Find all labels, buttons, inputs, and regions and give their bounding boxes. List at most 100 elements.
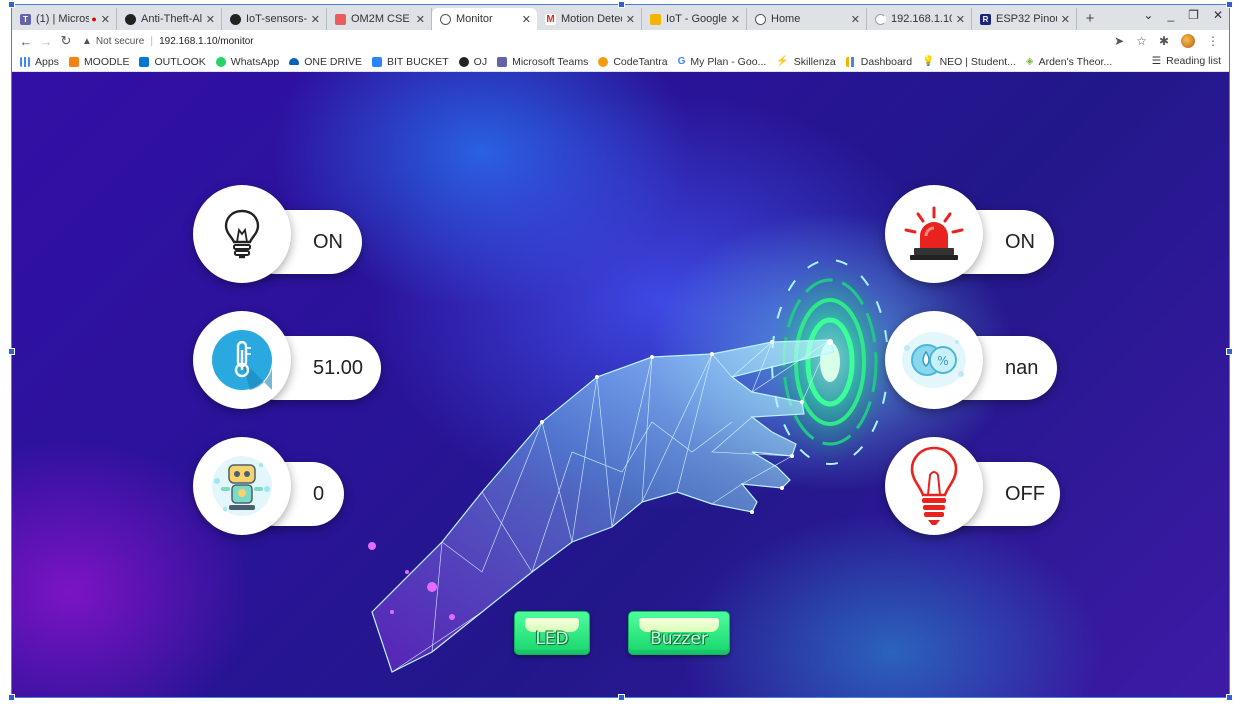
red-bulb-icon [910, 446, 958, 525]
bookmark-label: OJ [473, 55, 488, 68]
close-tab-icon[interactable]: ✕ [522, 13, 531, 26]
svg-text:%: % [937, 354, 948, 368]
github-icon [230, 13, 241, 25]
bookmark-arden[interactable]: ◈ Arden's Theor... [1026, 56, 1112, 68]
led-button-label: LED [535, 629, 569, 649]
bookmark-label: Skillenza [793, 55, 836, 68]
close-tab-icon[interactable]: ✕ [416, 13, 425, 26]
new-tab-button[interactable]: + [1077, 8, 1103, 30]
extensions-icon[interactable]: ✱ [1159, 34, 1169, 48]
bookmark-label: NEO | Student... [939, 55, 1016, 68]
close-tab-icon[interactable]: ✕ [206, 13, 215, 26]
bookmark-bitbucket[interactable]: BIT BUCKET [372, 56, 449, 68]
security-label[interactable]: Not secure [96, 36, 144, 47]
divider: | [150, 35, 154, 47]
resize-handle[interactable] [1226, 694, 1233, 701]
buzzer-button-label: Buzzer [650, 629, 708, 649]
tab-esp32[interactable]: R ESP32 Pinout ✕ [972, 8, 1077, 30]
resize-handle[interactable] [618, 1, 625, 8]
codetantra-icon [598, 56, 609, 67]
warning-icon[interactable]: ▲ [82, 36, 92, 47]
robot-icon [212, 456, 272, 516]
bookmark-myplan[interactable]: G My Plan - Goo... [678, 56, 767, 68]
back-icon[interactable]: ← [16, 34, 36, 49]
whatsapp-icon [215, 56, 226, 67]
skillenza-icon: ⚡ [776, 56, 789, 67]
resize-handle[interactable] [618, 694, 625, 701]
github-icon [125, 13, 136, 25]
buzzer-toggle-button[interactable]: Buzzer [628, 611, 730, 655]
globe-icon [440, 13, 451, 25]
tab-teams[interactable]: T (1) | Micros ● ✕ [12, 8, 117, 30]
reload-icon[interactable]: ↻ [56, 33, 76, 49]
bookmark-dashboard[interactable]: Dashboard [845, 56, 912, 68]
bookmark-whatsapp[interactable]: WhatsApp [215, 55, 280, 68]
tab-google-slides[interactable]: IoT - Google Sl ✕ [642, 8, 747, 30]
tab-search-icon[interactable]: ⌄ [1143, 8, 1153, 22]
bookmark-label: Arden's Theor... [1038, 55, 1113, 68]
close-window-icon[interactable]: ✕ [1213, 8, 1223, 22]
close-tab-icon[interactable]: ✕ [851, 13, 860, 26]
bookmark-label: BIT BUCKET [387, 55, 449, 68]
tab-title: Anti-Theft-Ala [141, 13, 202, 25]
tab-title: Home [771, 13, 801, 25]
tab-monitor[interactable]: Monitor ✕ [432, 8, 537, 30]
tab-title: Monitor [456, 13, 493, 25]
tab-motion-detect[interactable]: M Motion Detect ✕ [537, 8, 642, 30]
tab-title: OM2M CSE [351, 13, 410, 25]
thermometer-icon [212, 330, 272, 390]
bookmark-label: MOODLE [83, 55, 130, 68]
slides-icon [650, 13, 661, 25]
close-tab-icon[interactable]: ✕ [956, 13, 965, 26]
bookmark-star-icon[interactable]: ☆ [1136, 34, 1147, 48]
resize-handle[interactable] [1226, 348, 1233, 355]
motion-value: 0 [313, 483, 325, 505]
tab-title: (1) | Micros [36, 13, 90, 25]
tab-home[interactable]: Home ✕ [747, 8, 867, 30]
reading-list-icon: ☰ [1151, 55, 1162, 67]
bookmark-apps[interactable]: Apps [20, 56, 59, 68]
bookmark-label: WhatsApp [230, 55, 280, 68]
bookmark-moodle[interactable]: MOODLE [68, 55, 130, 68]
reading-list-button[interactable]: ☰ Reading list [1152, 55, 1221, 67]
bookmarks-bar: Apps MOODLE OUTLOOK WhatsApp ONE DRIVE B… [12, 52, 1229, 72]
minimize-icon[interactable]: _ [1167, 8, 1174, 22]
menu-icon[interactable]: ⋮ [1207, 34, 1219, 48]
url-text[interactable]: 192.168.1.10/monitor [159, 36, 254, 47]
close-tab-icon[interactable]: ✕ [731, 13, 740, 26]
close-tab-icon[interactable]: ✕ [1061, 13, 1070, 26]
tab-ip[interactable]: 192.168.1.10 ✕ [867, 8, 972, 30]
bookmark-teams[interactable]: Microsoft Teams [497, 56, 588, 68]
alarm-bubble [885, 185, 983, 283]
oj-icon [458, 56, 469, 67]
tab-iot-sensors[interactable]: IoT-sensors-ar ✕ [222, 8, 327, 30]
bookmark-oj[interactable]: OJ [458, 55, 488, 68]
bookmark-neo[interactable]: 💡 NEO | Student... [922, 56, 1016, 68]
forward-icon[interactable]: → [36, 34, 56, 49]
alarm-value: ON [1005, 231, 1035, 253]
globe-icon [755, 13, 766, 25]
resize-handle[interactable] [8, 348, 15, 355]
profile-avatar[interactable] [1181, 34, 1195, 48]
hand-shape [371, 339, 835, 673]
send-icon[interactable]: ➤ [1114, 34, 1124, 48]
bookmark-onedrive[interactable]: ONE DRIVE [289, 56, 362, 68]
bookmark-label: My Plan - Goo... [690, 55, 767, 68]
close-tab-icon[interactable]: ✕ [626, 13, 635, 26]
tab-om2m[interactable]: OM2M CSE ✕ [327, 8, 432, 30]
resize-handle[interactable] [8, 694, 15, 701]
tab-anti-theft[interactable]: Anti-Theft-Ala ✕ [117, 8, 222, 30]
resize-handle[interactable] [1226, 1, 1233, 8]
motion-bubble [193, 437, 291, 535]
bookmark-codetantra[interactable]: CodeTantra [598, 56, 668, 68]
tab-title: ESP32 Pinout [996, 13, 1057, 25]
resize-handle[interactable] [8, 1, 15, 8]
bookmark-outlook[interactable]: OUTLOOK [139, 56, 206, 68]
moodle-icon [68, 56, 79, 67]
address-bar[interactable]: ▲ Not secure | 192.168.1.10/monitor [82, 32, 1114, 50]
close-tab-icon[interactable]: ✕ [101, 13, 110, 26]
close-tab-icon[interactable]: ✕ [311, 13, 320, 26]
led-toggle-button[interactable]: LED [514, 611, 590, 655]
restore-icon[interactable]: ❐ [1188, 8, 1199, 22]
bookmark-skillenza[interactable]: ⚡ Skillenza [776, 56, 835, 68]
